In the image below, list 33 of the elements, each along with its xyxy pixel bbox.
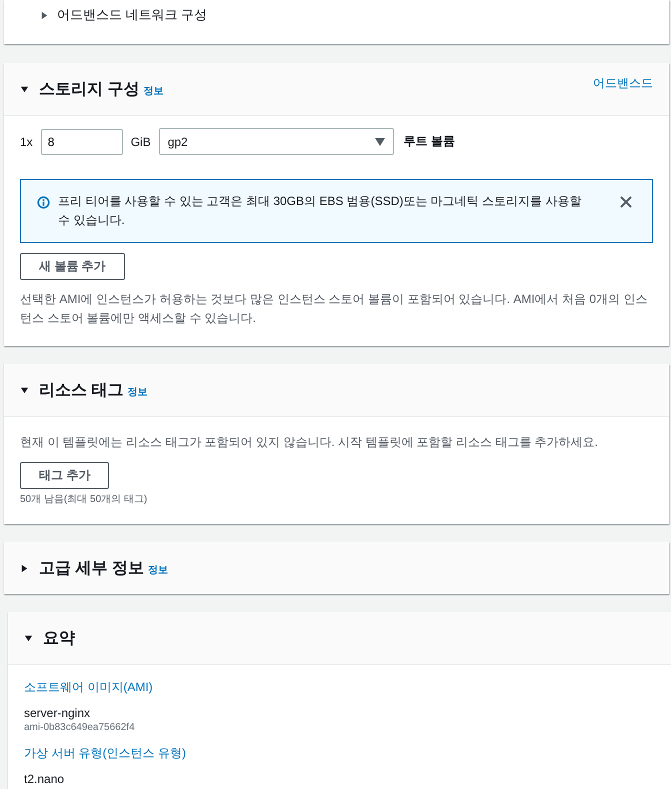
- add-tag-button[interactable]: 태그 추가: [20, 462, 110, 489]
- add-volume-button[interactable]: 새 볼륨 추가: [20, 253, 125, 280]
- summary-link[interactable]: 소프트웨어 이미지(AMI): [24, 679, 659, 696]
- close-icon[interactable]: [620, 196, 632, 208]
- storage-note: 선택한 AMI에 인스턴스가 허용하는 것보다 많은 인스턴스 스토어 볼륨이 포함되어 있습니다. AMI에서 처음 0개의 인스턴스 스토어 볼륨에만 액세스할 수 있습니다.: [20, 291, 648, 327]
- summary-link[interactable]: 가상 서버 유형(인스턴스 유형): [24, 745, 659, 762]
- alert-text: 프리 티어를 사용할 수 있는 고객은 최대 30GB의 EBS 범용(SSD)또는 마그네틱 스토리지를 사용할 수 있습니다.: [58, 193, 582, 229]
- info-link[interactable]: 정보: [127, 385, 148, 399]
- caret-down-icon[interactable]: [20, 386, 29, 394]
- tags-description: 현재 이 템플릿에는 리소스 태그가 포함되어 있지 않습니다. 시작 템플릿에 포함할 리소스 태그를 추가하세요.: [20, 434, 600, 451]
- summary-value: t2.nano: [24, 772, 66, 786]
- caret-down-icon[interactable]: [20, 84, 29, 94]
- expander-label[interactable]: 어드밴스드 네트워크 구성: [57, 6, 208, 24]
- tag-limit-hint: 50개 남음(최대 50개의 태그): [20, 493, 148, 506]
- caret-right-icon[interactable]: [20, 564, 29, 572]
- info-link[interactable]: 정보: [143, 84, 164, 98]
- caret-down-icon[interactable]: [24, 634, 33, 642]
- advanced-link[interactable]: 어드밴스드: [593, 75, 653, 92]
- info-link[interactable]: 정보: [148, 563, 168, 577]
- summary-id: ami-0b83c649ea75662f4: [24, 722, 136, 733]
- section-title: 요약: [43, 628, 75, 648]
- volume-count: 1x: [20, 134, 33, 148]
- volume-type-dropdown[interactable]: gp2: [158, 128, 394, 155]
- caret-right-icon[interactable]: [40, 10, 49, 20]
- info-icon: [37, 196, 50, 209]
- summary-value: server-nginx: [24, 706, 92, 720]
- section-title: 스토리지 구성: [39, 80, 140, 100]
- section-title: 리소스 태그: [39, 380, 124, 400]
- caret-down-icon: [374, 138, 385, 146]
- size-input-field[interactable]: 8: [40, 128, 123, 154]
- section-title: 고급 세부 정보: [39, 558, 144, 578]
- volume-label: 루트 볼륨: [404, 133, 456, 150]
- unit-label: GiB: [130, 134, 151, 148]
